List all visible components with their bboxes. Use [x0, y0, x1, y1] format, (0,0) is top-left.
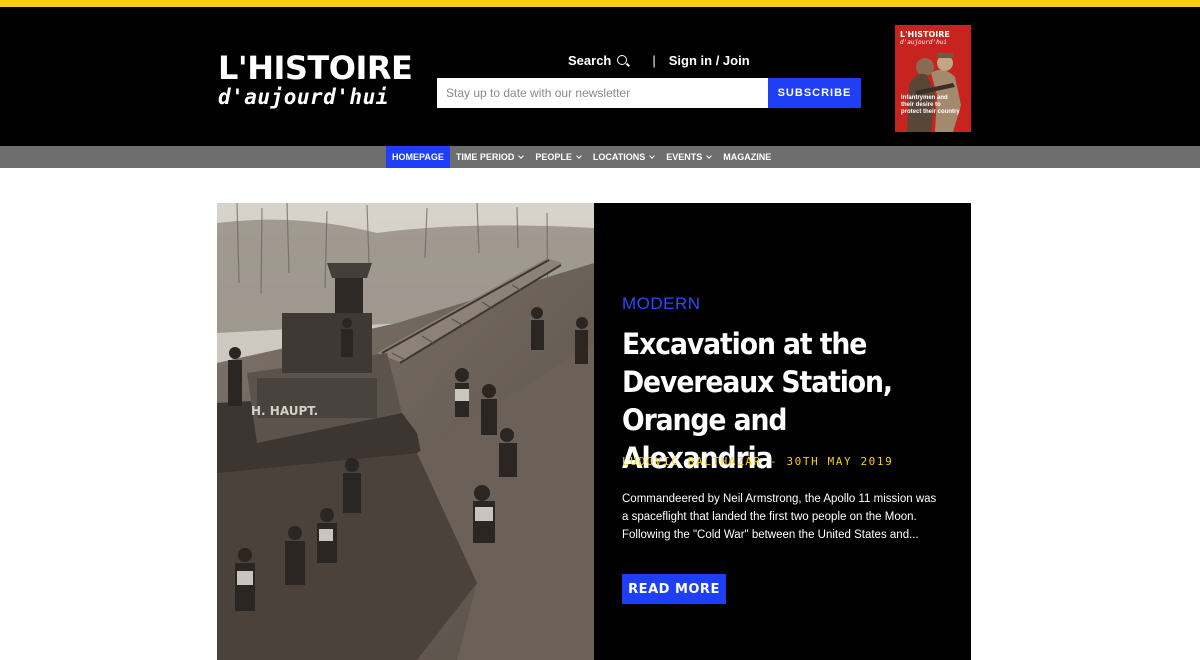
- search-label: Search: [568, 52, 612, 68]
- signin-link[interactable]: Sign in / Join: [669, 53, 750, 68]
- nav-item-events[interactable]: EVENTS: [660, 146, 717, 168]
- subscribe-button[interactable]: SUBSCRIBE: [768, 78, 861, 108]
- article-byline: LUDOVIC BALTHAZAR - 30TH MAY 2019: [622, 455, 894, 468]
- nav-label: LOCATIONS: [592, 152, 646, 162]
- site-header: L'HISTOIRE d'aujourd'hui Search | Sign i…: [0, 7, 1200, 146]
- chevron-down-icon: [706, 152, 713, 159]
- locomotive-lettering: H. HAUPT.: [251, 404, 318, 418]
- nav-label: HOMEPAGE: [392, 152, 444, 162]
- main-nav: HOMEPAGE TIME PERIOD PEOPLE LOCATIONS EV…: [386, 146, 777, 168]
- top-accent-bar: [0, 0, 1200, 7]
- article-excerpt: Commandeered by Neil Armstrong, the Apol…: [622, 493, 937, 541]
- nav-label: TIME PERIOD: [455, 152, 515, 162]
- nav-label: EVENTS: [666, 152, 703, 162]
- hero-image[interactable]: H. HAUPT.: [217, 203, 594, 660]
- read-more-button[interactable]: READ MORE: [622, 574, 726, 604]
- nav-item-homepage[interactable]: HOMEPAGE: [386, 146, 450, 168]
- nav-label: PEOPLE: [535, 152, 572, 162]
- nav-item-magazine[interactable]: MAGAZINE: [717, 146, 777, 168]
- search-link[interactable]: Search: [568, 52, 628, 68]
- nav-item-locations[interactable]: LOCATIONS: [587, 146, 660, 168]
- header-links: Search | Sign in / Join: [568, 52, 750, 68]
- main-navbar: HOMEPAGE TIME PERIOD PEOPLE LOCATIONS EV…: [0, 146, 1200, 168]
- chevron-down-icon: [576, 152, 582, 159]
- article-category[interactable]: MODERN: [622, 294, 701, 314]
- cover-headline: Infantrymen and their desire to protect …: [901, 95, 960, 115]
- cover-subtitle: d'aujourd'hui: [900, 39, 947, 46]
- cover-title: L'HISTOIRE: [900, 30, 950, 39]
- link-separator: |: [652, 52, 656, 68]
- excavation-photo: H. HAUPT.: [217, 203, 594, 660]
- search-icon: [617, 55, 628, 65]
- chevron-down-icon: [649, 152, 656, 159]
- newsletter-email-input[interactable]: [437, 78, 768, 108]
- chevron-down-icon: [518, 152, 525, 159]
- site-logo[interactable]: L'HISTOIRE d'aujourd'hui: [218, 49, 413, 109]
- newsletter-form: SUBSCRIBE: [437, 78, 861, 108]
- magazine-cover[interactable]: L'HISTOIRE d'aujourd'hui Infantrymen and…: [895, 25, 971, 132]
- hero-article-panel: MODERN Excavation at the Devereaux Stati…: [594, 203, 971, 660]
- nav-item-time-period[interactable]: TIME PERIOD: [450, 146, 530, 168]
- nav-item-people[interactable]: PEOPLE: [529, 146, 587, 168]
- nav-label: MAGAZINE: [723, 152, 772, 162]
- logo-title: L'HISTOIRE: [218, 49, 413, 87]
- logo-subtitle: d'aujourd'hui: [218, 85, 389, 109]
